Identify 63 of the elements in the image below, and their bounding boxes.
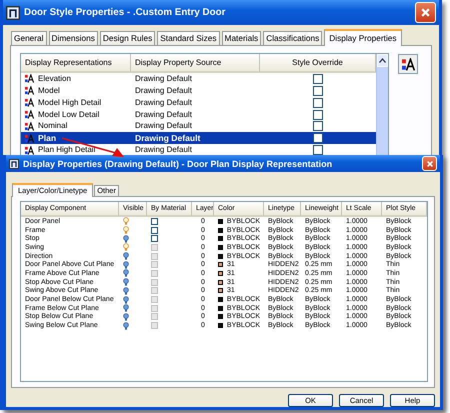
window-icon bbox=[9, 158, 19, 168]
close-icon bbox=[426, 160, 434, 168]
column-header[interactable]: Style Override bbox=[260, 54, 376, 73]
display-rep-icon bbox=[25, 122, 34, 131]
style-override-checkbox[interactable] bbox=[313, 110, 323, 120]
property-source: Drawing Default bbox=[135, 146, 192, 154]
representation-name: Model High Detail bbox=[38, 98, 102, 107]
property-source: Drawing Default bbox=[135, 110, 192, 118]
window-title: Door Style Properties - .Custom Entry Door bbox=[24, 7, 226, 18]
selected-row-highlight[interactable]: Plan Drawing Default bbox=[21, 132, 376, 144]
display-rep-icon bbox=[25, 134, 34, 143]
property-source: Drawing Default bbox=[135, 98, 192, 107]
style-override-checkbox[interactable] bbox=[313, 133, 323, 144]
representation-name: Model Low Detail bbox=[38, 110, 100, 118]
scrollbar[interactable] bbox=[376, 54, 388, 156]
lightbulb-icon[interactable] bbox=[123, 217, 129, 226]
representation-row[interactable]: Plan High Detail Drawing Default bbox=[21, 144, 376, 156]
column-header[interactable]: Display Representations bbox=[21, 54, 131, 73]
property-source: Drawing Default bbox=[135, 122, 192, 130]
representation-name: Nominal bbox=[38, 122, 68, 130]
property-source: Drawing Default bbox=[135, 86, 192, 95]
by-material-checkbox[interactable] bbox=[151, 235, 158, 242]
property-source: Drawing Default bbox=[135, 74, 192, 83]
close-button[interactable] bbox=[415, 2, 436, 23]
style-override-checkbox[interactable] bbox=[313, 74, 323, 84]
tab[interactable]: Display Properties bbox=[324, 29, 402, 46]
display-rep-icon bbox=[25, 74, 34, 84]
representation-row[interactable]: Model High Detail Drawing Default bbox=[21, 96, 376, 109]
dialog-title: Display Properties (Drawing Default) - Door Plan Display Representation bbox=[23, 158, 332, 168]
representation-row[interactable]: Model Low Detail Drawing Default bbox=[21, 108, 376, 120]
representation-name: Elevation bbox=[38, 74, 71, 83]
display-rep-icon bbox=[25, 110, 34, 119]
representation-name: Plan High Detail bbox=[38, 146, 96, 154]
tab[interactable]: General bbox=[11, 31, 47, 46]
by-material-checkbox[interactable] bbox=[151, 226, 158, 234]
representation-row[interactable]: Elevation Drawing Default bbox=[21, 73, 376, 85]
style-override-checkbox[interactable] bbox=[313, 121, 323, 132]
display-rep-icon bbox=[25, 98, 34, 108]
scroll-up-icon bbox=[379, 58, 386, 63]
window-icon bbox=[6, 6, 20, 20]
style-override-checkbox[interactable] bbox=[313, 86, 323, 96]
close-button[interactable] bbox=[422, 156, 437, 171]
lightbulb-icon[interactable] bbox=[123, 234, 129, 243]
display-rep-icon bbox=[402, 58, 414, 70]
display-properties-button[interactable] bbox=[398, 54, 418, 74]
property-source: Drawing Default bbox=[135, 134, 200, 143]
tab[interactable]: Standard Sizes bbox=[157, 31, 220, 46]
style-override-checkbox[interactable] bbox=[313, 145, 323, 156]
by-material-checkbox[interactable] bbox=[151, 218, 158, 225]
display-rep-icon bbox=[25, 146, 34, 155]
display-rep-icon bbox=[25, 86, 34, 96]
tab[interactable]: Design Rules bbox=[100, 31, 156, 46]
representation-name: Model bbox=[38, 86, 60, 95]
column-header[interactable]: Display Property Source bbox=[131, 54, 260, 73]
representation-row[interactable]: Nominal Drawing Default bbox=[21, 120, 376, 132]
tab[interactable]: Dimensions bbox=[48, 31, 98, 46]
representation-name: Plan bbox=[38, 134, 56, 143]
tab[interactable]: Classifications bbox=[263, 31, 322, 46]
representation-row[interactable]: Model Drawing Default bbox=[21, 84, 376, 97]
style-override-checkbox[interactable] bbox=[313, 98, 323, 108]
close-icon bbox=[420, 7, 431, 18]
tab[interactable]: Materials bbox=[222, 31, 262, 46]
lightbulb-icon[interactable] bbox=[123, 226, 129, 234]
